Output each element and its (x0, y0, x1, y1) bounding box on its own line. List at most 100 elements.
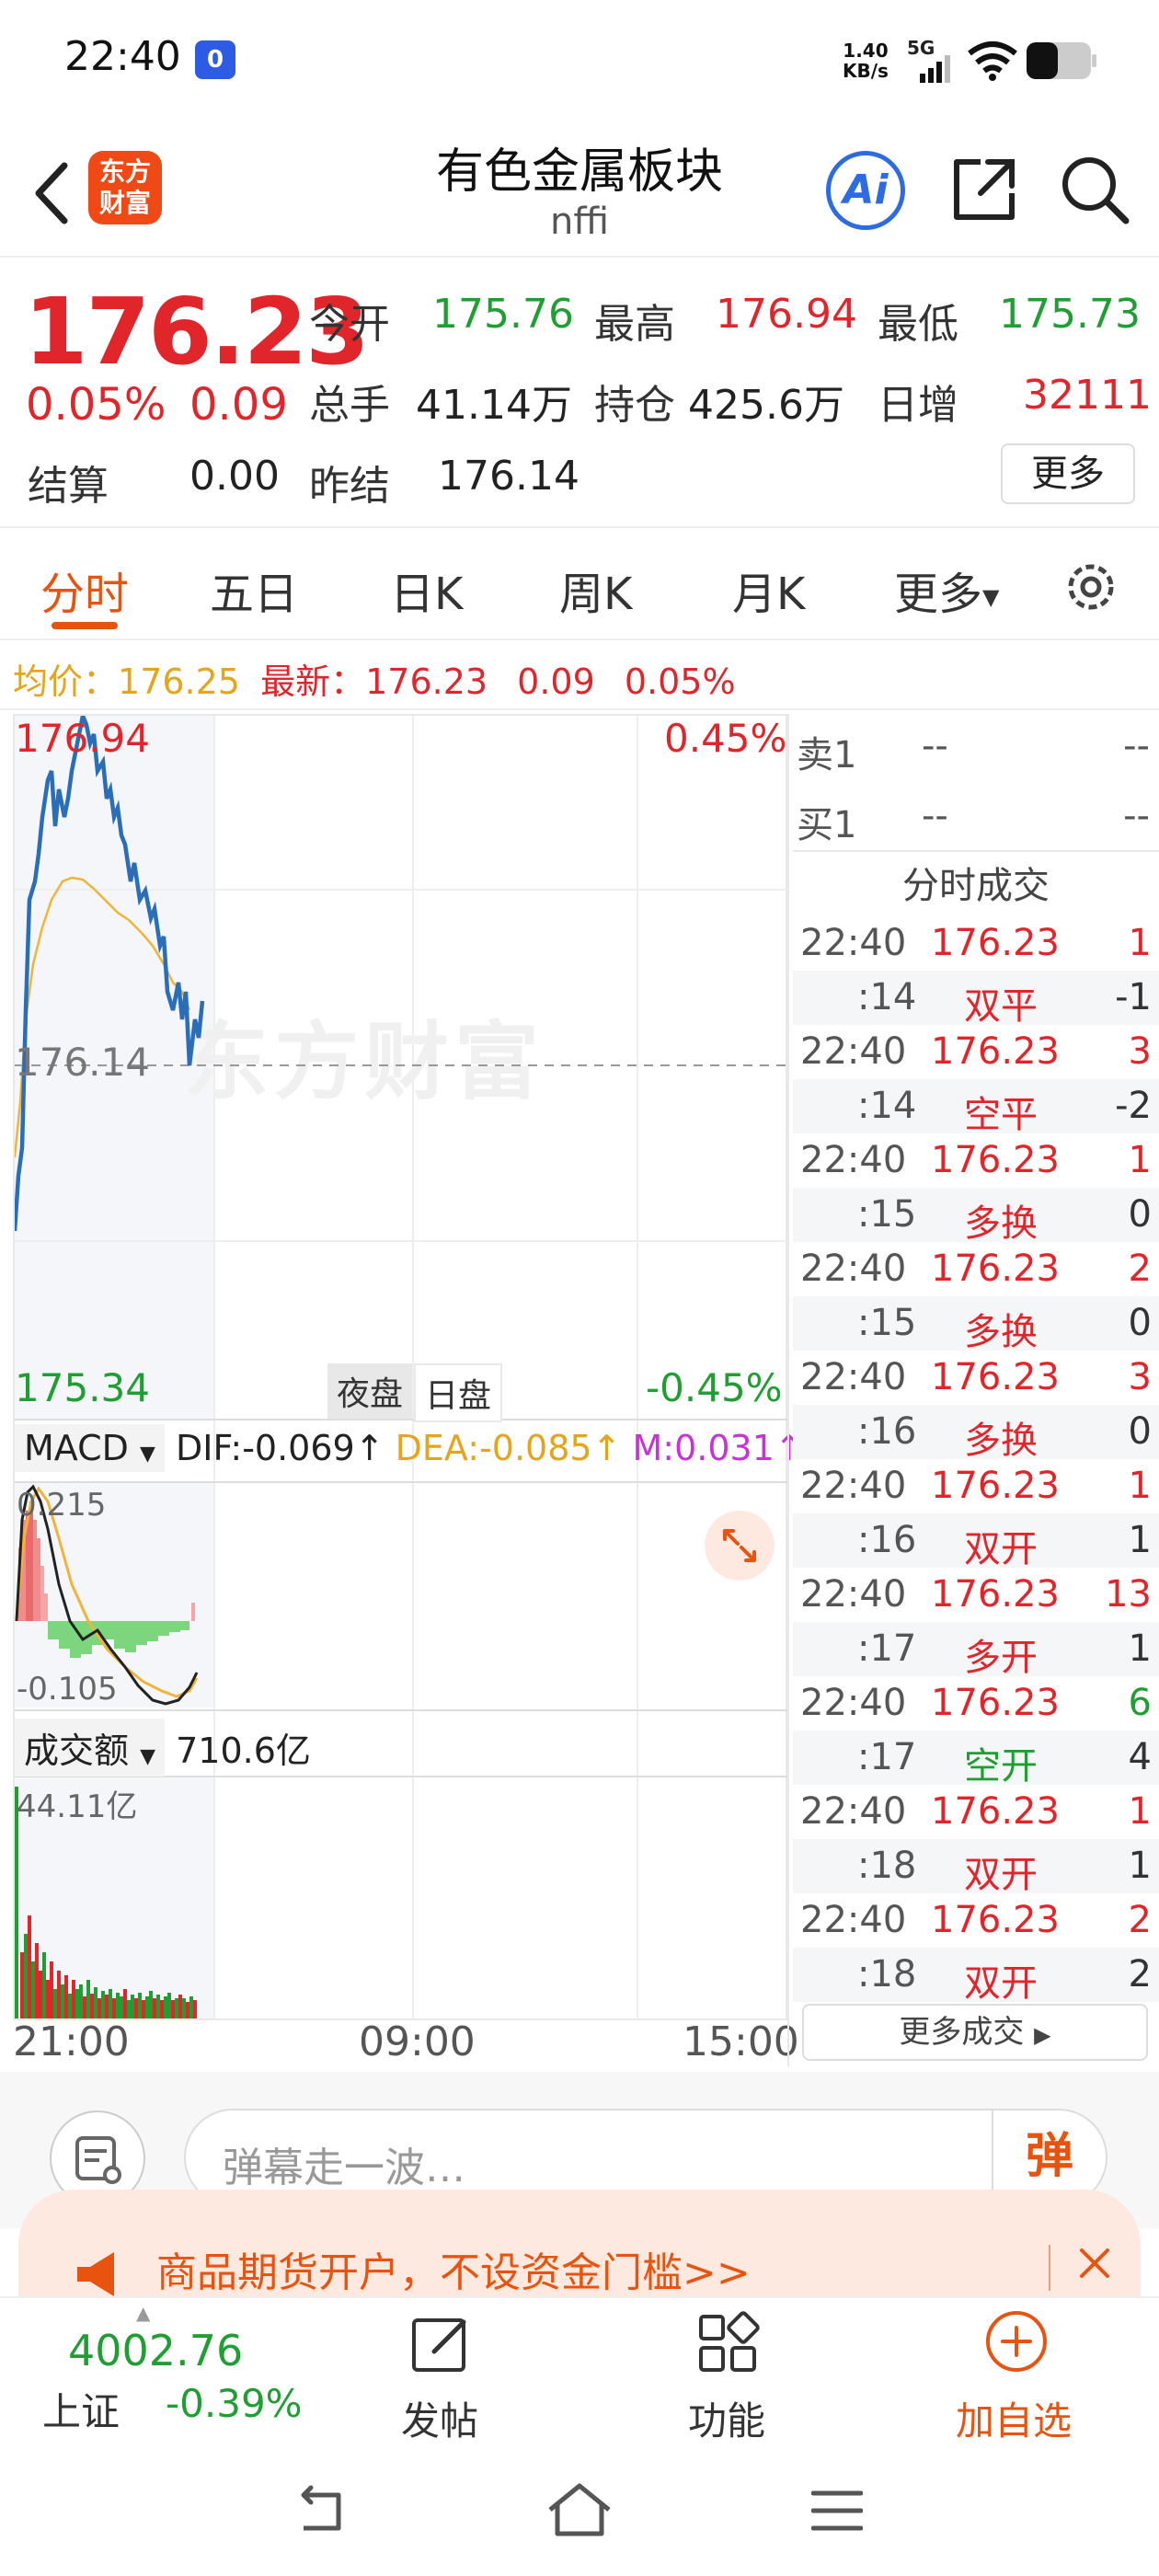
panel-divider (787, 714, 789, 2066)
system-nav-bar (0, 2447, 1159, 2576)
turnover-bars (20, 1915, 197, 2018)
tick-row: :17 多开 1 (793, 1622, 1159, 1679)
turnover-indicator-select[interactable]: 成交额 ▼ (15, 1719, 166, 1777)
low-label: 最低 (878, 301, 958, 348)
index-value[interactable]: 4002.76 (68, 2326, 243, 2375)
price-info-line: 均价：176.25 最新：176.23 0.09 0.05% (13, 653, 736, 704)
tick-volume: 3 (1128, 1030, 1152, 1073)
buy1-volume: -- (1123, 795, 1150, 837)
macd-indicator-select[interactable]: MACD ▼ (15, 1424, 165, 1472)
daily-increase-label: 日增 (878, 382, 958, 429)
index-change: -0.39% (166, 2381, 303, 2426)
arrow-up-icon: ↑ (354, 1428, 384, 1468)
quote-panel: 176.23 0.05% 0.09 今开 175.76 最高 176.94 最低… (0, 259, 1159, 528)
arrow-up-icon: ↑ (591, 1428, 622, 1468)
tick-row: :18 双开 2 (793, 1948, 1159, 2005)
quote-more-button[interactable]: 更多 (1001, 443, 1135, 504)
tick-oi-change: 1 (1128, 1519, 1152, 1561)
prev-settle-value: 176.14 (438, 453, 580, 500)
nav-back-icon[interactable] (293, 2484, 350, 2539)
open-interest-label: 持仓 (594, 382, 675, 429)
macd-chart (15, 1484, 199, 1706)
turnover-max: 44.11亿 (17, 1788, 138, 1825)
tick-type: 双开 (964, 1962, 1038, 2005)
ai-assistant-button[interactable]: Ai (826, 151, 905, 230)
grid-apps-icon (699, 2311, 760, 2372)
more-ticks-button[interactable]: 更多成交 ▶ (802, 2004, 1148, 2061)
page-title: 有色金属板块 (435, 144, 723, 200)
tick-row: :15 多换 0 (793, 1296, 1159, 1353)
functions-button[interactable]: 功能 (635, 2298, 819, 2445)
tab-weekly-k[interactable]: 周K (559, 558, 632, 622)
day-session-toggle[interactable]: 日盘 (414, 1363, 503, 1422)
chart-bottom-price: 175.34 (15, 1365, 150, 1410)
tick-time: 22:40 (800, 1790, 907, 1833)
close-icon[interactable] (1076, 2245, 1113, 2282)
megaphone-icon (77, 2252, 114, 2296)
tab-monthly-k[interactable]: 月K (732, 558, 805, 622)
tick-time: 22:40 (800, 1356, 907, 1398)
tick-row: 22:40 176.23 3 (793, 1351, 1159, 1405)
volume-label: 总手 (309, 382, 390, 429)
open-interest-value: 425.6万 (688, 382, 844, 429)
tick-time: :16 (857, 1519, 917, 1561)
avg-price-line (15, 876, 191, 1158)
tab-daily-k[interactable]: 日K (390, 558, 463, 622)
add-watchlist-button[interactable]: 加自选 (922, 2298, 1106, 2445)
status-time: 22:40 (64, 33, 181, 80)
tick-price: 176.23 (931, 1899, 1060, 1941)
net-speed-unit: KB/s (843, 60, 889, 82)
brand-logo: 东方 财富 (88, 151, 162, 224)
expand-icon[interactable] (703, 1509, 776, 1582)
pane-divider (15, 1709, 787, 1711)
add-watchlist-label: 加自选 (955, 2398, 1072, 2444)
gear-icon[interactable] (1061, 558, 1120, 616)
tab-more[interactable]: 更多▼ (894, 558, 999, 622)
screen: 22:40 0 1.40 KB/s 5G 东方 财富 有色金属板块 nffi A… (0, 0, 1159, 2576)
turnover-value: 710.6亿 (176, 1731, 311, 1771)
caret-right-icon: ▶ (1034, 2022, 1051, 2048)
tick-time: 22:40 (800, 1573, 907, 1616)
net-speed-value: 1.40 (843, 40, 889, 62)
divider (1049, 2245, 1050, 2291)
tick-type: 双开 (964, 1528, 1038, 1570)
tick-price: 176.23 (931, 1248, 1060, 1290)
tick-oi-change: 4 (1128, 1736, 1152, 1778)
caret-down-icon: ▼ (982, 584, 1000, 610)
tick-type: 多换 (964, 1420, 1038, 1462)
latest-price-label: 最新： (260, 661, 366, 702)
nav-menu-icon[interactable] (811, 2488, 863, 2534)
tab-five-day[interactable]: 五日 (210, 558, 298, 622)
tick-price: 176.23 (931, 1790, 1060, 1833)
tab-intraday[interactable]: 分时 (40, 558, 129, 622)
tick-list: 分时成交 22:40 176.23 1:14 双平 -1 22:40 176.23 3:14 空… (793, 856, 1159, 2005)
tick-time: 22:40 (800, 1139, 907, 1181)
caret-up-icon: ▲ (136, 2302, 151, 2324)
promo-banner-text: 商品期货开户，不设资金门槛>> (156, 2249, 751, 2296)
share-icon[interactable] (947, 153, 1021, 226)
settle-value: 0.00 (189, 453, 280, 500)
tick-volume: 2 (1128, 1248, 1152, 1290)
buy1-price: -- (922, 795, 948, 837)
chart-mid-price: 176.14 (15, 1040, 150, 1085)
back-arrow-icon[interactable] (28, 156, 83, 230)
tick-row: :14 双平 -1 (793, 971, 1159, 1028)
tick-oi-change: 1 (1128, 1845, 1152, 1887)
promo-banner[interactable]: 商品期货开户，不设资金门槛>> (18, 2190, 1141, 2300)
chart-tabs: 分时 五日 日K 周K 月K 更多▼ (0, 530, 1159, 640)
tick-row: 22:40 176.23 3 (793, 1025, 1159, 1079)
tick-volume: 1 (1128, 1465, 1152, 1507)
tick-row: 22:40 176.23 1 (793, 1459, 1159, 1513)
nav-home-icon[interactable] (546, 2482, 613, 2539)
macd-dea: DEA:-0.085 (395, 1428, 592, 1468)
order-book-buy-row: 买1 -- -- (793, 784, 1159, 854)
tick-time: :18 (857, 1953, 917, 1995)
high-value: 176.94 (716, 291, 857, 338)
tick-volume: 2 (1128, 1899, 1152, 1941)
tick-row: 22:40 176.23 2 (793, 1242, 1159, 1296)
night-session-toggle[interactable]: 夜盘 (327, 1363, 413, 1419)
post-button[interactable]: 发帖 (348, 2298, 532, 2445)
search-icon[interactable] (1058, 153, 1131, 226)
tick-type: 多换 (964, 1311, 1038, 1353)
edit-icon (412, 2318, 466, 2372)
